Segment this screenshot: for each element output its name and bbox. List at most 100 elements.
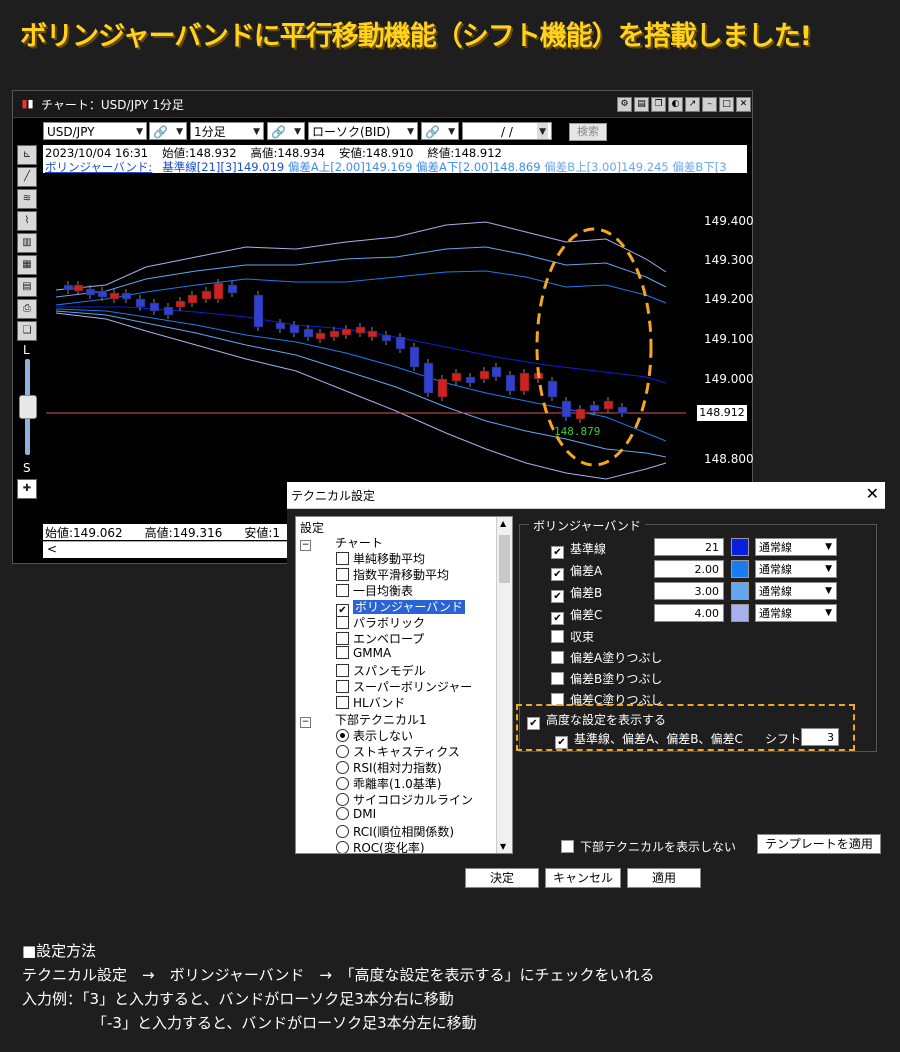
timeframe-select[interactable]: 1分足 ▼: [190, 122, 264, 140]
tree-item-radio[interactable]: [336, 841, 349, 853]
bars-tool-icon[interactable]: ▥: [17, 233, 37, 253]
scroll-down-icon[interactable]: ▼: [500, 842, 506, 851]
tree-lower-item[interactable]: RCI(順位相関係数): [336, 823, 454, 840]
option-checkbox[interactable]: [551, 672, 564, 685]
tree-item-checkbox[interactable]: [336, 632, 349, 645]
band-line-type-select[interactable]: 通常線 ▼: [755, 582, 837, 600]
tree-chart-item[interactable]: 一目均衡表: [336, 582, 413, 599]
tree-item-checkbox[interactable]: [336, 664, 349, 677]
tree-lower-item[interactable]: サイコロジカルライン: [336, 791, 473, 808]
copy-tool-icon[interactable]: ❏: [17, 321, 37, 341]
band-value-input[interactable]: 2.00: [654, 560, 724, 578]
dialog-close-icon[interactable]: ✕: [866, 484, 879, 503]
print-tool-icon[interactable]: ⎙: [17, 299, 37, 319]
tree-lower-item[interactable]: DMI: [336, 807, 376, 821]
chart-type-select[interactable]: ローソク(BID) ▼: [308, 122, 418, 140]
option-toggle[interactable]: 偏差A塗りつぶし: [551, 649, 662, 666]
print-icon[interactable]: ▤: [634, 97, 649, 112]
band-checkbox[interactable]: ✔: [551, 590, 564, 603]
tree-lower-item[interactable]: ストキャスティクス: [336, 743, 460, 760]
tree-scrollbar[interactable]: ▲ ▼: [496, 517, 512, 853]
band-color-swatch[interactable]: [731, 538, 749, 556]
tree-item-radio[interactable]: [336, 745, 349, 758]
band-row-toggle[interactable]: ✔ 偏差A: [551, 562, 602, 581]
band-color-swatch[interactable]: [731, 582, 749, 600]
band-color-swatch[interactable]: [731, 604, 749, 622]
tree-item-radio[interactable]: [336, 825, 349, 838]
tree-item-checkbox[interactable]: [336, 696, 349, 709]
date-input[interactable]: / / ▼: [462, 122, 552, 140]
band-checkbox[interactable]: ✔: [551, 568, 564, 581]
collapse-icon[interactable]: −: [300, 540, 311, 551]
hide-lower-checkbox[interactable]: [561, 840, 574, 853]
tree-item-radio[interactable]: [336, 777, 349, 790]
tree-item-checkbox[interactable]: [336, 552, 349, 565]
indicator-tool-icon[interactable]: ≋: [17, 189, 37, 209]
option-toggle[interactable]: 収束: [551, 628, 594, 645]
note-tool-icon[interactable]: ▤: [17, 277, 37, 297]
tree-lower-item[interactable]: 乖離率(1.0基準): [336, 775, 441, 792]
search-button[interactable]: 検索: [569, 123, 607, 141]
price-chart-plot[interactable]: 148.879: [46, 187, 686, 524]
tree-scroll-thumb[interactable]: [499, 535, 510, 583]
trendline-tool-icon[interactable]: ⊾: [17, 145, 37, 165]
close-icon[interactable]: ✕: [736, 97, 751, 112]
band-line-type-select[interactable]: 通常線 ▼: [755, 560, 837, 578]
band-row-toggle[interactable]: ✔ 偏差C: [551, 606, 602, 625]
band-value-input[interactable]: 3.00: [654, 582, 724, 600]
tree-lower-item[interactable]: 表示しない: [336, 727, 413, 744]
pair-select[interactable]: USD/JPY ▼: [43, 122, 147, 140]
apply-template-button[interactable]: テンプレートを適用: [757, 834, 881, 854]
tree-lower-item[interactable]: ROC(変化率): [336, 839, 425, 853]
tree-group-lower[interactable]: − 下部テクニカル1: [300, 711, 427, 728]
tree-group-chart[interactable]: − チャート: [300, 534, 383, 551]
palette-icon[interactable]: ◐: [668, 97, 683, 112]
advanced-checkbox[interactable]: ✔: [527, 717, 540, 730]
pair-link-select[interactable]: 🔗 ▼: [149, 122, 187, 140]
timeframe-link-select[interactable]: 🔗 ▼: [267, 122, 305, 140]
tree-item-checkbox[interactable]: [336, 568, 349, 581]
tree-item-checkbox[interactable]: [336, 646, 349, 659]
tree-item-radio[interactable]: [336, 761, 349, 774]
band-checkbox[interactable]: ✔: [551, 612, 564, 625]
advanced-settings-toggle[interactable]: ✔ 高度な設定を表示する: [527, 711, 666, 730]
option-checkbox[interactable]: [551, 630, 564, 643]
scroll-left-arrow-icon[interactable]: <: [47, 542, 57, 556]
collapse-icon[interactable]: −: [300, 717, 311, 728]
band-line-type-select[interactable]: 通常線 ▼: [755, 604, 837, 622]
advanced-bands-checkbox[interactable]: ✔: [555, 736, 568, 749]
tree-chart-item[interactable]: パラボリック: [336, 614, 425, 631]
tree-chart-item[interactable]: スーパーボリンジャー: [336, 678, 472, 695]
copy-icon[interactable]: ❐: [651, 97, 666, 112]
tree-item-checkbox[interactable]: [336, 584, 349, 597]
bollinger-info-label[interactable]: ボリンジャーバンド:: [45, 160, 152, 174]
advanced-bands-toggle[interactable]: ✔ 基準線、偏差A、偏差B、偏差C: [555, 730, 743, 749]
zoom-slider-thumb[interactable]: [19, 395, 37, 419]
tree-chart-item[interactable]: HLバンド: [336, 694, 405, 711]
option-toggle[interactable]: 偏差B塗りつぶし: [551, 670, 662, 687]
maximize-icon[interactable]: □: [719, 97, 734, 112]
band-checkbox[interactable]: ✔: [551, 546, 564, 559]
tree-item-checkbox[interactable]: [336, 616, 349, 629]
tree-item-radio[interactable]: [336, 729, 349, 742]
minimize-icon[interactable]: –: [702, 97, 717, 112]
tree-chart-item[interactable]: GMMA: [336, 646, 391, 660]
band-color-swatch[interactable]: [731, 560, 749, 578]
tree-item-checkbox[interactable]: [336, 680, 349, 693]
apply-button[interactable]: 適用: [627, 868, 701, 888]
scroll-up-icon[interactable]: ▲: [500, 519, 506, 528]
band-value-input[interactable]: 4.00: [654, 604, 724, 622]
tree-item-radio[interactable]: [336, 793, 349, 806]
table-tool-icon[interactable]: ▦: [17, 255, 37, 275]
tree-chart-item[interactable]: 単純移動平均: [336, 550, 425, 567]
tree-chart-item[interactable]: 指数平滑移動平均: [336, 566, 449, 583]
chart-tool-icon[interactable]: ⌇: [17, 211, 37, 231]
option-checkbox[interactable]: [551, 651, 564, 664]
settings-gear-icon[interactable]: ⚙: [617, 97, 632, 112]
band-value-input[interactable]: 21: [654, 538, 724, 556]
tree-chart-item[interactable]: エンベロープ: [336, 630, 424, 647]
band-row-toggle[interactable]: ✔ 偏差B: [551, 584, 602, 603]
hide-lower-technical-toggle[interactable]: 下部テクニカルを表示しない: [561, 838, 736, 855]
tree-chart-item[interactable]: スパンモデル: [336, 662, 426, 679]
ok-button[interactable]: 決定: [465, 868, 539, 888]
